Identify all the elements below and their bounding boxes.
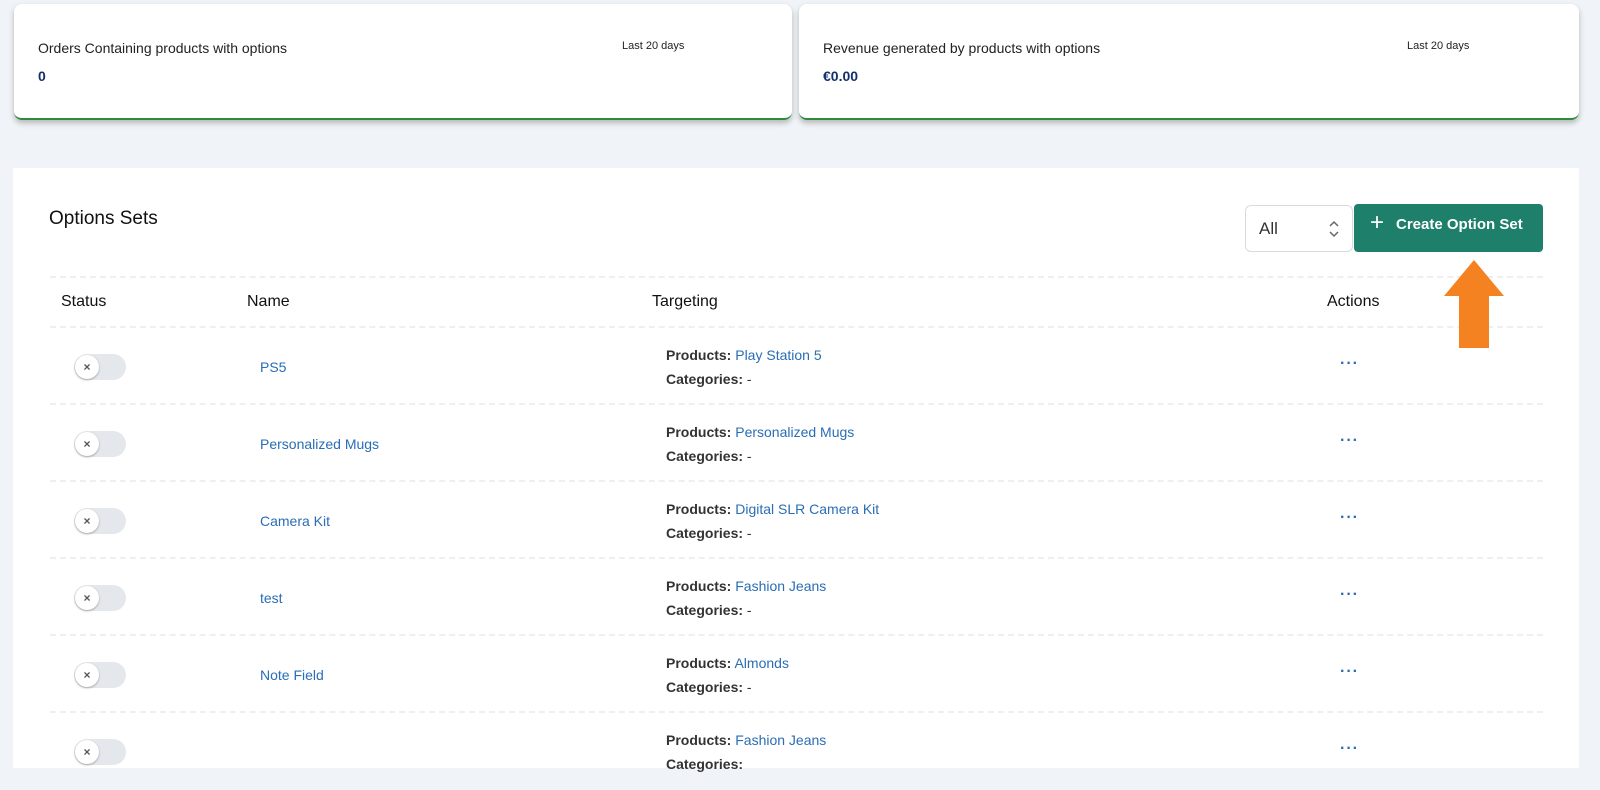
product-link[interactable]: Fashion Jeans	[735, 578, 826, 594]
create-option-set-button[interactable]: + Create Option Set	[1354, 204, 1543, 252]
row-actions-menu[interactable]: ···	[1340, 663, 1359, 681]
create-option-set-label: Create Option Set	[1396, 216, 1523, 233]
categories-value: -	[746, 602, 752, 618]
table-row: × PS5 Products: Play Station 5 Categories: …	[50, 328, 1543, 405]
stat-period: Last 20 days	[1407, 40, 1470, 52]
targeting-categories: Categories: -	[666, 525, 752, 541]
x-icon: ×	[75, 355, 99, 379]
products-label: Products:	[666, 732, 732, 748]
chevron-updown-icon	[1329, 220, 1339, 238]
stat-value: €0.00	[823, 68, 859, 84]
targeting-categories: Categories: -	[666, 602, 752, 618]
product-link[interactable]: Digital SLR Camera Kit	[735, 501, 879, 517]
stat-card-revenue: Revenue generated by products with optio…	[799, 4, 1579, 120]
x-icon: ×	[75, 432, 99, 456]
targeting-categories: Categories: -	[666, 679, 752, 695]
plus-icon: +	[1370, 209, 1385, 236]
option-set-name-link[interactable]: PS5	[260, 359, 286, 375]
option-set-name-link[interactable]: Camera Kit	[260, 513, 330, 529]
targeting-products: Products: Almonds	[666, 655, 789, 671]
column-header-name: Name	[247, 293, 290, 310]
x-icon: ×	[75, 586, 99, 610]
targeting-products: Products: Personalized Mugs	[666, 424, 854, 440]
row-actions-menu[interactable]: ···	[1340, 432, 1359, 450]
products-label: Products:	[666, 655, 732, 671]
products-label: Products:	[666, 501, 732, 517]
targeting-products: Products: Digital SLR Camera Kit	[666, 501, 879, 517]
table-row: × Personalized Mugs Products: Personalized…	[50, 405, 1543, 482]
categories-label: Categories:	[666, 371, 744, 387]
option-set-name-link[interactable]: Personalized Mugs	[260, 436, 379, 452]
status-toggle[interactable]: ×	[74, 508, 126, 534]
status-toggle[interactable]: ×	[74, 585, 126, 611]
status-toggle[interactable]: ×	[74, 739, 126, 765]
products-label: Products:	[666, 424, 732, 440]
column-header-status: Status	[61, 293, 107, 310]
status-filter-select[interactable]: All	[1245, 205, 1353, 252]
products-label: Products:	[666, 578, 732, 594]
products-label: Products:	[666, 347, 732, 363]
table-row: × Note Field Products: Almonds Categories: …	[50, 636, 1543, 713]
stat-value: 0	[38, 68, 46, 84]
product-link[interactable]: Play Station 5	[735, 347, 821, 363]
categories-label: Categories:	[666, 525, 744, 541]
status-toggle[interactable]: ×	[74, 354, 126, 380]
options-sets-panel: Options Sets All + Create Option Set Sta…	[13, 168, 1579, 772]
targeting-products: Products: Fashion Jeans	[666, 578, 826, 594]
categories-label: Categories:	[666, 679, 744, 695]
categories-value: -	[746, 371, 752, 387]
targeting-products: Products: Fashion Jeans	[666, 732, 826, 748]
product-link[interactable]: Fashion Jeans	[735, 732, 826, 748]
targeting-categories: Categories: -	[666, 371, 752, 387]
targeting-products: Products: Play Station 5	[666, 347, 822, 363]
stat-title: Orders Containing products with options	[38, 40, 288, 56]
option-set-name-link[interactable]: test	[260, 590, 283, 606]
categories-label: Categories:	[666, 448, 744, 464]
product-link[interactable]: Personalized Mugs	[735, 424, 854, 440]
filter-value: All	[1259, 219, 1278, 238]
stat-period: Last 20 days	[622, 40, 685, 52]
categories-label: Categories:	[666, 756, 744, 772]
table-row: × test Products: Fashion Jeans Categories: …	[50, 559, 1543, 636]
categories-value: -	[746, 448, 752, 464]
status-toggle[interactable]: ×	[74, 431, 126, 457]
x-icon: ×	[75, 663, 99, 687]
arrow-up-icon	[1444, 260, 1504, 348]
row-actions-menu[interactable]: ···	[1340, 740, 1359, 758]
table-header: Status Name Targeting Actions	[50, 276, 1543, 328]
table-row: × Camera Kit Products: Digital SLR Camera …	[50, 482, 1543, 559]
column-header-targeting: Targeting	[652, 293, 718, 310]
stat-card-orders: Orders Containing products with options …	[14, 4, 792, 120]
categories-value: -	[746, 679, 752, 695]
status-toggle[interactable]: ×	[74, 662, 126, 688]
categories-value: -	[746, 525, 752, 541]
option-set-name-link[interactable]: Note Field	[260, 667, 324, 683]
row-actions-menu[interactable]: ···	[1340, 355, 1359, 373]
x-icon: ×	[75, 740, 99, 764]
targeting-categories: Categories:	[666, 756, 743, 772]
page-title: Options Sets	[49, 208, 158, 229]
product-link[interactable]: Almonds	[734, 655, 788, 671]
categories-label: Categories:	[666, 602, 744, 618]
targeting-categories: Categories: -	[666, 448, 752, 464]
row-actions-menu[interactable]: ···	[1340, 586, 1359, 604]
stat-title: Revenue generated by products with optio…	[823, 40, 1101, 56]
row-actions-menu[interactable]: ···	[1340, 509, 1359, 527]
x-icon: ×	[75, 509, 99, 533]
column-header-actions: Actions	[1327, 293, 1380, 310]
